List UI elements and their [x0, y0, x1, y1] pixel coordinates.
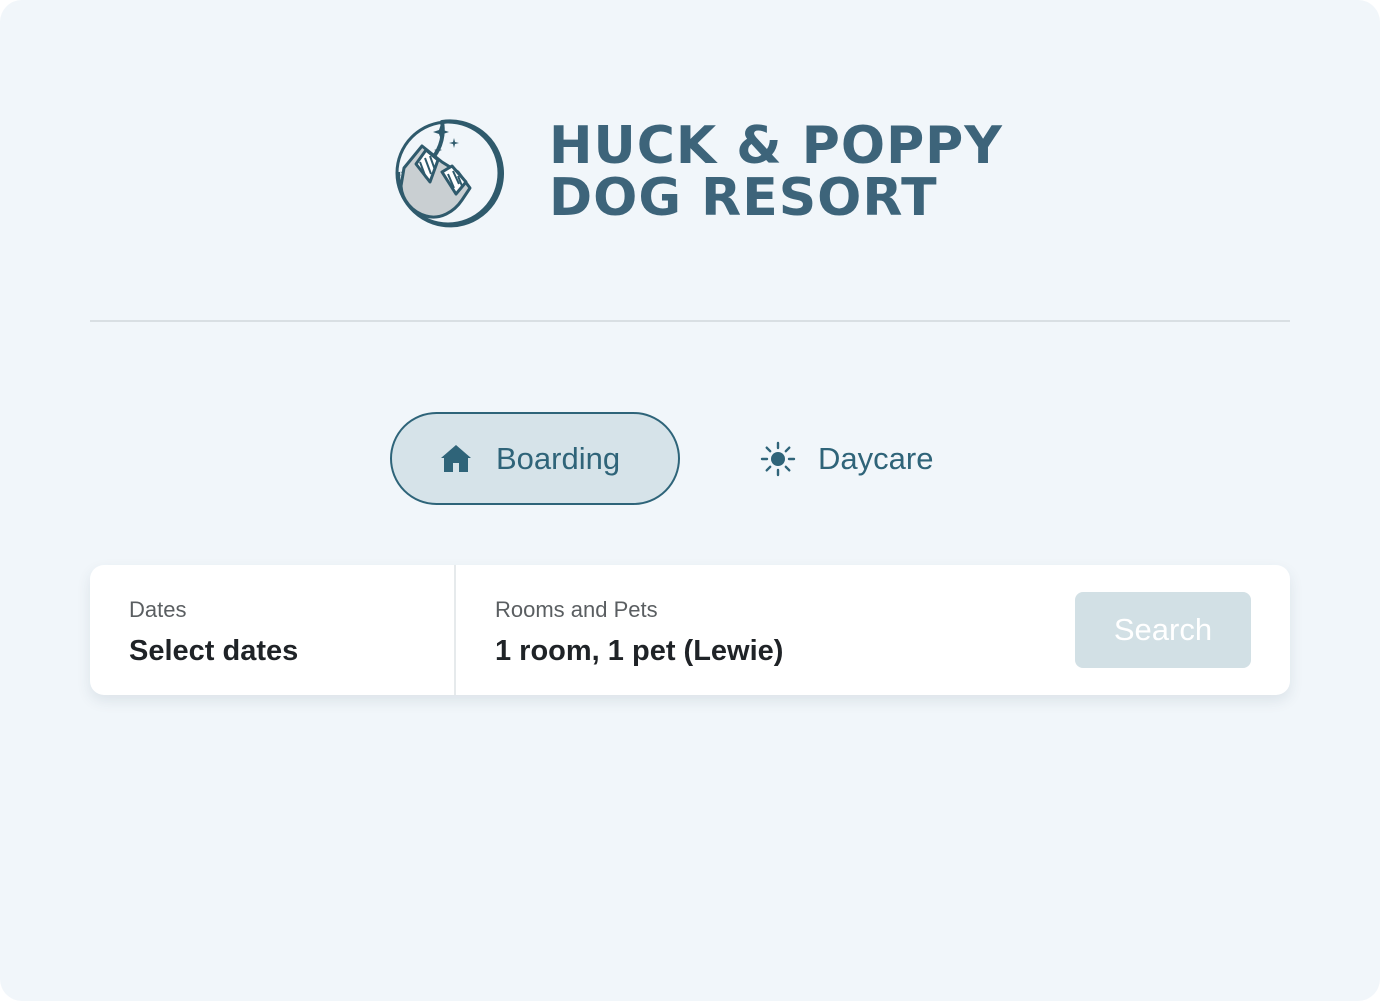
- brand-name-line1: HUCK & POPPY: [549, 116, 1003, 176]
- search-button[interactable]: Search: [1075, 592, 1251, 668]
- tab-boarding[interactable]: Boarding: [390, 412, 680, 505]
- sun-icon: [760, 441, 796, 476]
- dates-field[interactable]: Dates Select dates: [90, 565, 454, 695]
- rooms-pets-value: 1 room, 1 pet (Lewie): [495, 635, 784, 667]
- moon-dog-logo-icon: [395, 119, 504, 228]
- dates-value: Select dates: [129, 635, 299, 667]
- dates-label: Dates: [129, 597, 187, 622]
- search-bar: Dates Select dates Rooms and Pets 1 room…: [90, 565, 1290, 695]
- page: HUCK & POPPY DOG RESORT Boarding Daycare: [0, 0, 1380, 1001]
- rooms-pets-label: Rooms and Pets: [495, 597, 658, 622]
- tab-daycare-label: Daycare: [818, 440, 934, 476]
- header-divider: [90, 320, 1290, 322]
- brand-name-line2: DOG RESORT: [549, 168, 938, 228]
- brand-header: HUCK & POPPY DOG RESORT: [392, 116, 1003, 228]
- rooms-pets-field[interactable]: Rooms and Pets 1 room, 1 pet (Lewie): [456, 565, 1056, 695]
- tab-daycare[interactable]: Daycare: [760, 412, 980, 505]
- house-icon: [441, 444, 471, 472]
- tab-boarding-label: Boarding: [496, 440, 621, 476]
- brand-name: HUCK & POPPY DOG RESORT: [549, 120, 1003, 224]
